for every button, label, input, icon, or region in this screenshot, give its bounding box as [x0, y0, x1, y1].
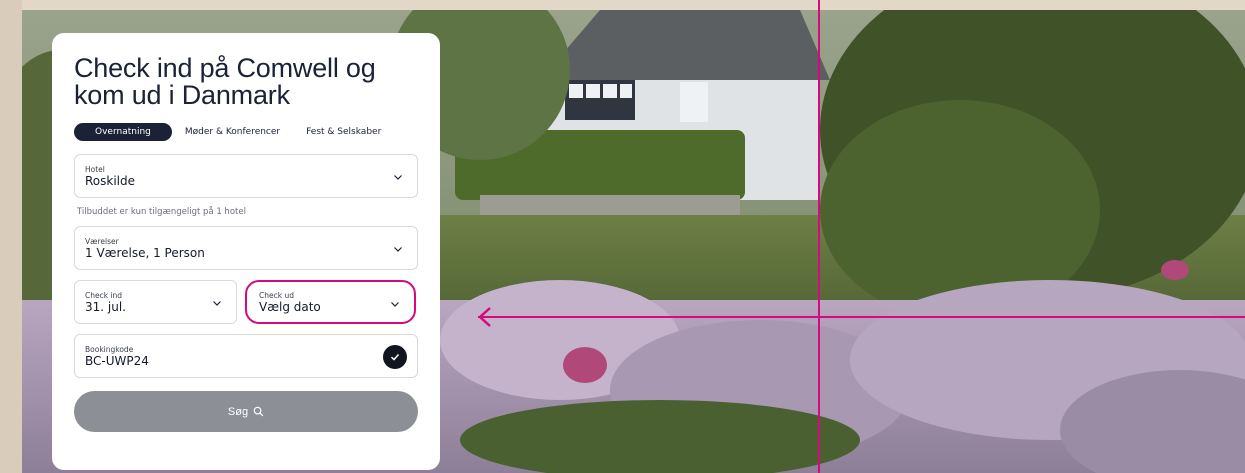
booking-tabs: Overnatning Møder & Konferencer Fest & S…: [74, 123, 418, 141]
chevron-down-icon: [394, 247, 402, 252]
checkout-label: Check ud: [259, 291, 294, 300]
guide-vertical-line: [818, 0, 820, 473]
booking-code-label: Bookingkode: [85, 345, 134, 354]
chevron-down-icon: [213, 301, 221, 306]
date-row: Check ind 31. jul. Check ud Vælg dato: [74, 280, 418, 324]
checkin-date-select[interactable]: Check ind 31. jul.: [74, 280, 237, 324]
tab-moeder-konferencer[interactable]: Møder & Konferencer: [172, 123, 293, 141]
search-button[interactable]: Søg: [74, 391, 418, 432]
rooms-label: Værelser: [85, 237, 119, 246]
hotel-value: Roskilde: [85, 174, 136, 188]
tab-fest-selskaber[interactable]: Fest & Selskaber: [293, 123, 394, 141]
booking-card: Check ind på Comwell og kom ud i Danmark…: [52, 33, 440, 470]
chevron-down-icon: [394, 175, 402, 180]
booking-code-valid-indicator: [383, 345, 407, 369]
rooms-select[interactable]: Værelser 1 Værelse, 1 Person: [74, 226, 418, 270]
checkin-value: 31. jul.: [85, 300, 126, 314]
guide-horizontal-line: [478, 316, 1245, 318]
booking-code-field[interactable]: Bookingkode BC-UWP24: [74, 334, 418, 378]
hotel-availability-note: Tilbuddet er kun tilgængeligt på 1 hotel: [77, 207, 246, 217]
arrow-left-icon: [478, 307, 491, 327]
checkout-date-select[interactable]: Check ud Vælg dato: [245, 280, 416, 324]
booking-code-value: BC-UWP24: [85, 354, 149, 368]
check-icon: [390, 353, 400, 361]
hotel-select[interactable]: Hotel Roskilde: [74, 154, 418, 198]
hotel-label: Hotel: [85, 165, 105, 174]
checkout-value: Vælg dato: [259, 300, 321, 314]
left-strip: [0, 0, 22, 473]
tab-overnatning[interactable]: Overnatning: [74, 123, 172, 141]
top-strip: [0, 0, 1245, 10]
page-title: Check ind på Comwell og kom ud i Danmark: [74, 53, 376, 110]
search-icon: [253, 406, 264, 417]
rooms-value: 1 Værelse, 1 Person: [85, 246, 205, 260]
checkin-label: Check ind: [85, 291, 123, 300]
search-button-label: Søg: [227, 405, 249, 418]
chevron-down-icon: [391, 302, 399, 307]
